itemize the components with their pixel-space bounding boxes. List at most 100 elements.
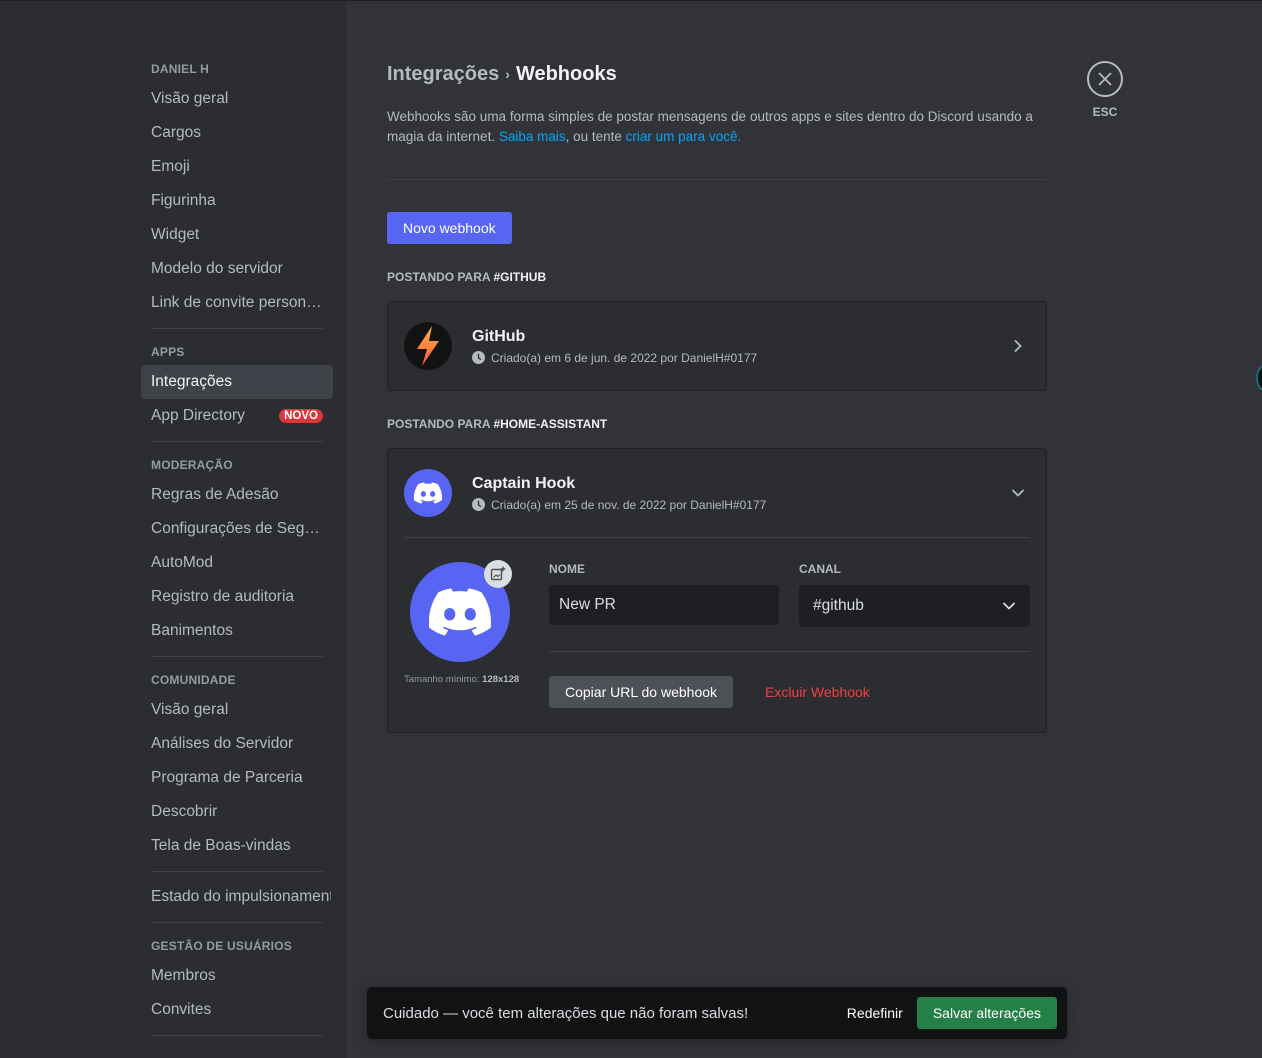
add-image-icon[interactable] <box>484 560 512 588</box>
sidebar-item-label: Programa de Parceria <box>151 769 303 786</box>
sidebar-item-invites[interactable]: Convites <box>141 993 333 1027</box>
webhook-avatar-uploader[interactable] <box>410 560 512 662</box>
sidebar-item-label: Visão geral <box>151 90 229 107</box>
sidebar-item-server-template[interactable]: Modelo do servidor <box>141 252 333 286</box>
chevron-down-icon[interactable] <box>1006 481 1030 505</box>
sidebar-item-label: Widget <box>151 226 200 243</box>
close-icon[interactable] <box>1087 61 1123 97</box>
lightning-icon <box>417 326 439 366</box>
sidebar-item-label: Cargos <box>151 124 201 141</box>
channel-field-group: CANAL #github <box>799 562 1030 627</box>
sidebar-item-emoji[interactable]: Emoji <box>141 150 333 184</box>
sidebar-section-header: MODERAÇÃO <box>151 458 233 472</box>
sidebar-list: DANIEL H Visão geral Cargos Emoji Figuri… <box>141 54 333 1044</box>
save-changes-button[interactable]: Salvar alterações <box>916 997 1057 1029</box>
clock-icon <box>472 351 485 364</box>
learn-more-link[interactable]: Saiba mais <box>499 129 566 144</box>
reset-button[interactable]: Redefinir <box>847 1005 903 1021</box>
sidebar-item-widget[interactable]: Widget <box>141 218 333 252</box>
sidebar-item-label: Tela de Boas-vindas <box>151 837 291 854</box>
sidebar-item-stickers[interactable]: Figurinha <box>141 184 333 218</box>
divider <box>549 651 1030 652</box>
channel-select[interactable]: #github <box>799 585 1030 627</box>
close-settings[interactable]: ESC <box>1087 61 1123 119</box>
sidebar-section-header: APPS <box>151 345 185 359</box>
sidebar-item-integrations[interactable]: Integrações <box>141 365 333 399</box>
sidebar-item-label: Configurações de Segur... <box>151 520 323 537</box>
sidebar-item-safety-settings[interactable]: Configurações de Segur... <box>141 512 333 546</box>
page-description: Webhooks são uma forma simples de postar… <box>387 107 1047 147</box>
webhook-info: GitHub Criado(a) em 6 de jun. de 2022 po… <box>472 328 1006 365</box>
sidebar-item-label: AutoMod <box>151 554 214 571</box>
sidebar-item-roles[interactable]: Cargos <box>141 116 333 150</box>
sidebar-item-label: Regras de Adesão <box>151 486 279 503</box>
create-one-link[interactable]: criar um para você. <box>626 129 742 144</box>
webhook-avatar <box>404 469 452 517</box>
delete-webhook-button[interactable]: Excluir Webhook <box>765 684 870 700</box>
sidebar-item-discovery[interactable]: Descobrir <box>141 795 333 829</box>
sidebar-item-boost-status[interactable]: Estado do impulsionamento <box>141 880 341 914</box>
webhooks-page: Integrações › Webhooks Webhooks são uma … <box>387 60 1047 733</box>
chevron-down-icon <box>1002 602 1016 610</box>
sidebar-divider <box>151 871 323 872</box>
sidebar-item-label: Descobrir <box>151 803 218 820</box>
unsaved-changes-message: Cuidado — você tem alterações que não fo… <box>383 1004 749 1022</box>
sidebar-item-automod[interactable]: AutoMod <box>141 546 333 580</box>
posting-to-label: POSTANDO PARA <box>387 270 494 284</box>
description-text: , ou tente <box>565 129 626 144</box>
webhook-card-header[interactable]: GitHub Criado(a) em 6 de jun. de 2022 po… <box>388 302 1046 390</box>
posting-to-header: POSTANDO PARA #GITHUB <box>387 270 1047 284</box>
sidebar-item-label: Registro de auditoria <box>151 588 295 605</box>
sidebar-item-members[interactable]: Membros <box>141 959 333 993</box>
posting-to-label: POSTANDO PARA <box>387 417 494 431</box>
sidebar-item-label: App Directory <box>151 407 245 424</box>
posting-channel: #HOME-ASSISTANT <box>493 417 608 431</box>
sidebar-divider <box>151 441 323 442</box>
sidebar-item-community-overview[interactable]: Visão geral <box>141 693 333 727</box>
sidebar-item-bans[interactable]: Banimentos <box>141 614 333 648</box>
new-badge: NOVO <box>279 409 323 423</box>
settings-window: DANIEL H Visão geral Cargos Emoji Figuri… <box>0 0 1262 1058</box>
esc-label: ESC <box>1092 105 1118 119</box>
webhook-created-text: Criado(a) em 6 de jun. de 2022 por Danie… <box>491 350 758 365</box>
sidebar-item-label: Visão geral <box>151 701 229 718</box>
sidebar-item-overview[interactable]: Visão geral <box>141 82 333 116</box>
sidebar-divider <box>151 922 323 923</box>
copy-webhook-url-button[interactable]: Copiar URL do webhook <box>549 676 734 708</box>
top-border <box>0 0 1262 1</box>
settings-content: Integrações › Webhooks Webhooks são uma … <box>347 0 1262 1058</box>
sidebar-divider <box>151 656 323 657</box>
discord-logo-icon <box>429 588 491 636</box>
sidebar-item-server-insights[interactable]: Análises do Servidor <box>141 727 333 761</box>
webhook-created-text: Criado(a) em 25 de nov. de 2022 por Dani… <box>491 497 767 512</box>
edge-handle <box>1256 364 1262 392</box>
breadcrumb-parent[interactable]: Integrações <box>387 63 499 86</box>
sidebar-item-label: Estado do impulsionamento <box>151 888 331 905</box>
unsaved-changes-bar: Cuidado — você tem alterações que não fo… <box>367 987 1067 1039</box>
posting-to-header: POSTANDO PARA #HOME-ASSISTANT <box>387 417 1047 431</box>
chevron-right-icon[interactable] <box>1006 334 1030 358</box>
webhook-name-input[interactable]: New PR <box>549 585 779 625</box>
webhook-avatar <box>404 322 452 370</box>
sidebar-item-label: Convites <box>151 1001 212 1018</box>
name-label: NOME <box>549 562 585 576</box>
min-size-label: Tamanho mínimo: <box>404 674 483 685</box>
sidebar-item-membership-screening[interactable]: Regras de Adesão <box>141 478 333 512</box>
webhook-edit-form: Tamanho mínimo: 128x128 NOME New PR CANA… <box>404 537 1030 732</box>
sidebar-item-welcome-screen[interactable]: Tela de Boas-vindas <box>141 829 333 863</box>
field-row: NOME New PR CANAL #github <box>549 562 1030 627</box>
webhook-card-header[interactable]: Captain Hook Criado(a) em 25 de nov. de … <box>388 449 1046 537</box>
posting-channel: #GITHUB <box>493 270 547 284</box>
sidebar-item-partner-program[interactable]: Programa de Parceria <box>141 761 333 795</box>
new-webhook-button[interactable]: Novo webhook <box>387 212 512 244</box>
webhook-fields: NOME New PR CANAL #github Copiar URL do … <box>549 562 1030 708</box>
sidebar-item-app-directory[interactable]: App Directory NOVO <box>141 399 333 433</box>
sidebar-item-vanity-url[interactable]: Link de convite persona... <box>141 286 333 320</box>
channel-label: CANAL <box>799 562 841 576</box>
sidebar-item-label: Link de convite persona... <box>151 294 323 311</box>
breadcrumb-chevron-icon: › <box>505 66 510 82</box>
sidebar-item-label: Banimentos <box>151 622 233 639</box>
webhook-meta: Criado(a) em 6 de jun. de 2022 por Danie… <box>472 351 1006 365</box>
sidebar-item-audit-log[interactable]: Registro de auditoria <box>141 580 333 614</box>
name-field-group: NOME New PR <box>549 562 779 627</box>
